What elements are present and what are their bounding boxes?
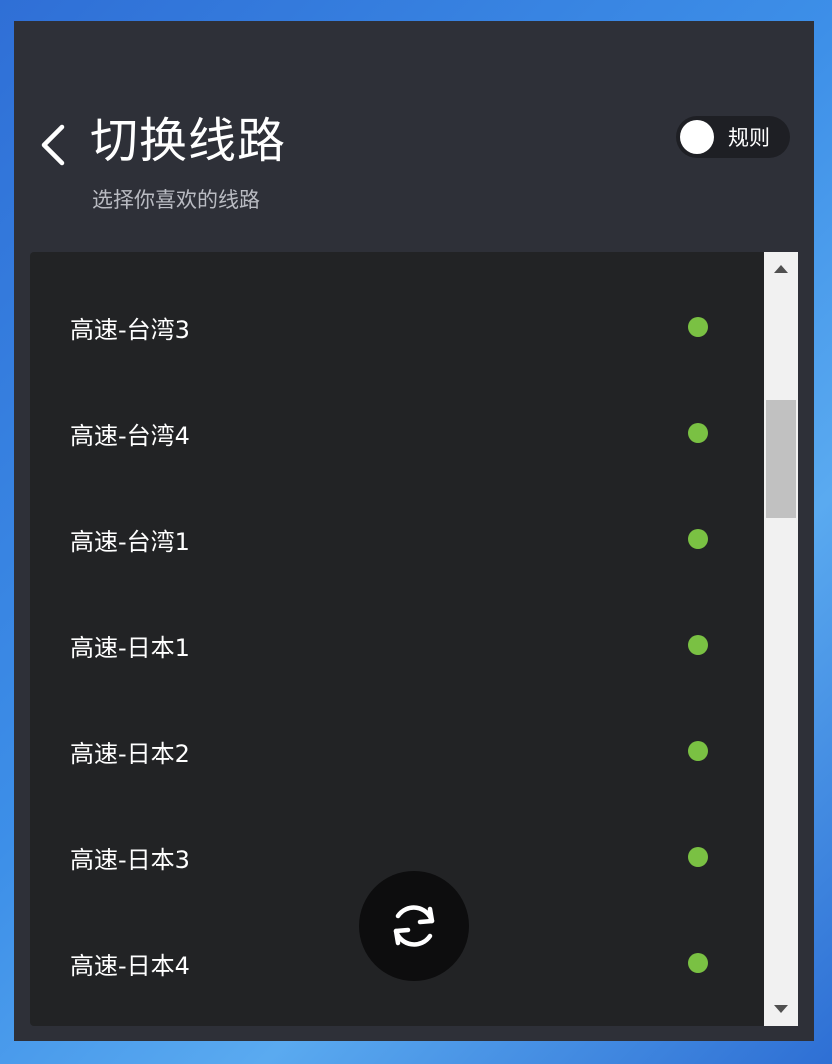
status-dot bbox=[688, 847, 708, 867]
line-name: 高速-日本4 bbox=[70, 951, 190, 980]
rule-toggle-label: 规则 bbox=[728, 126, 770, 150]
status-dot bbox=[688, 953, 708, 973]
refresh-button[interactable] bbox=[359, 871, 469, 981]
status-dot bbox=[688, 317, 708, 337]
triangle-down-icon bbox=[774, 1005, 788, 1013]
back-button[interactable] bbox=[28, 117, 78, 173]
page-title: 切换线路 bbox=[90, 113, 287, 169]
rule-toggle[interactable]: 规则 bbox=[676, 116, 790, 158]
status-dot bbox=[688, 741, 708, 761]
status-dot bbox=[688, 635, 708, 655]
line-item[interactable]: 高速-日本1 bbox=[30, 592, 764, 698]
status-dot bbox=[688, 423, 708, 443]
line-name: 高速-台湾4 bbox=[70, 421, 190, 450]
line-name: 高速-台湾3 bbox=[70, 315, 190, 344]
line-item[interactable]: 高速-台湾3 bbox=[30, 274, 764, 380]
vertical-scrollbar[interactable] bbox=[764, 252, 798, 1026]
line-name: 高速-台湾1 bbox=[70, 527, 190, 556]
line-name: 高速-日本2 bbox=[70, 739, 190, 768]
line-name: 高速-日本1 bbox=[70, 633, 190, 662]
line-item[interactable]: 高速-台湾4 bbox=[30, 380, 764, 486]
scroll-up-button[interactable] bbox=[764, 252, 798, 286]
line-item[interactable]: 高速-台湾1 bbox=[30, 486, 764, 592]
line-name: 高速-日本3 bbox=[70, 845, 190, 874]
scroll-down-button[interactable] bbox=[764, 992, 798, 1026]
triangle-up-icon bbox=[774, 265, 788, 273]
page-subtitle: 选择你喜欢的线路 bbox=[92, 188, 260, 212]
line-item[interactable]: 高速-日本2 bbox=[30, 698, 764, 804]
refresh-icon bbox=[393, 905, 435, 947]
toggle-knob bbox=[680, 120, 714, 154]
chevron-left-icon bbox=[41, 124, 65, 166]
status-dot bbox=[688, 529, 708, 549]
scroll-thumb[interactable] bbox=[766, 400, 796, 518]
